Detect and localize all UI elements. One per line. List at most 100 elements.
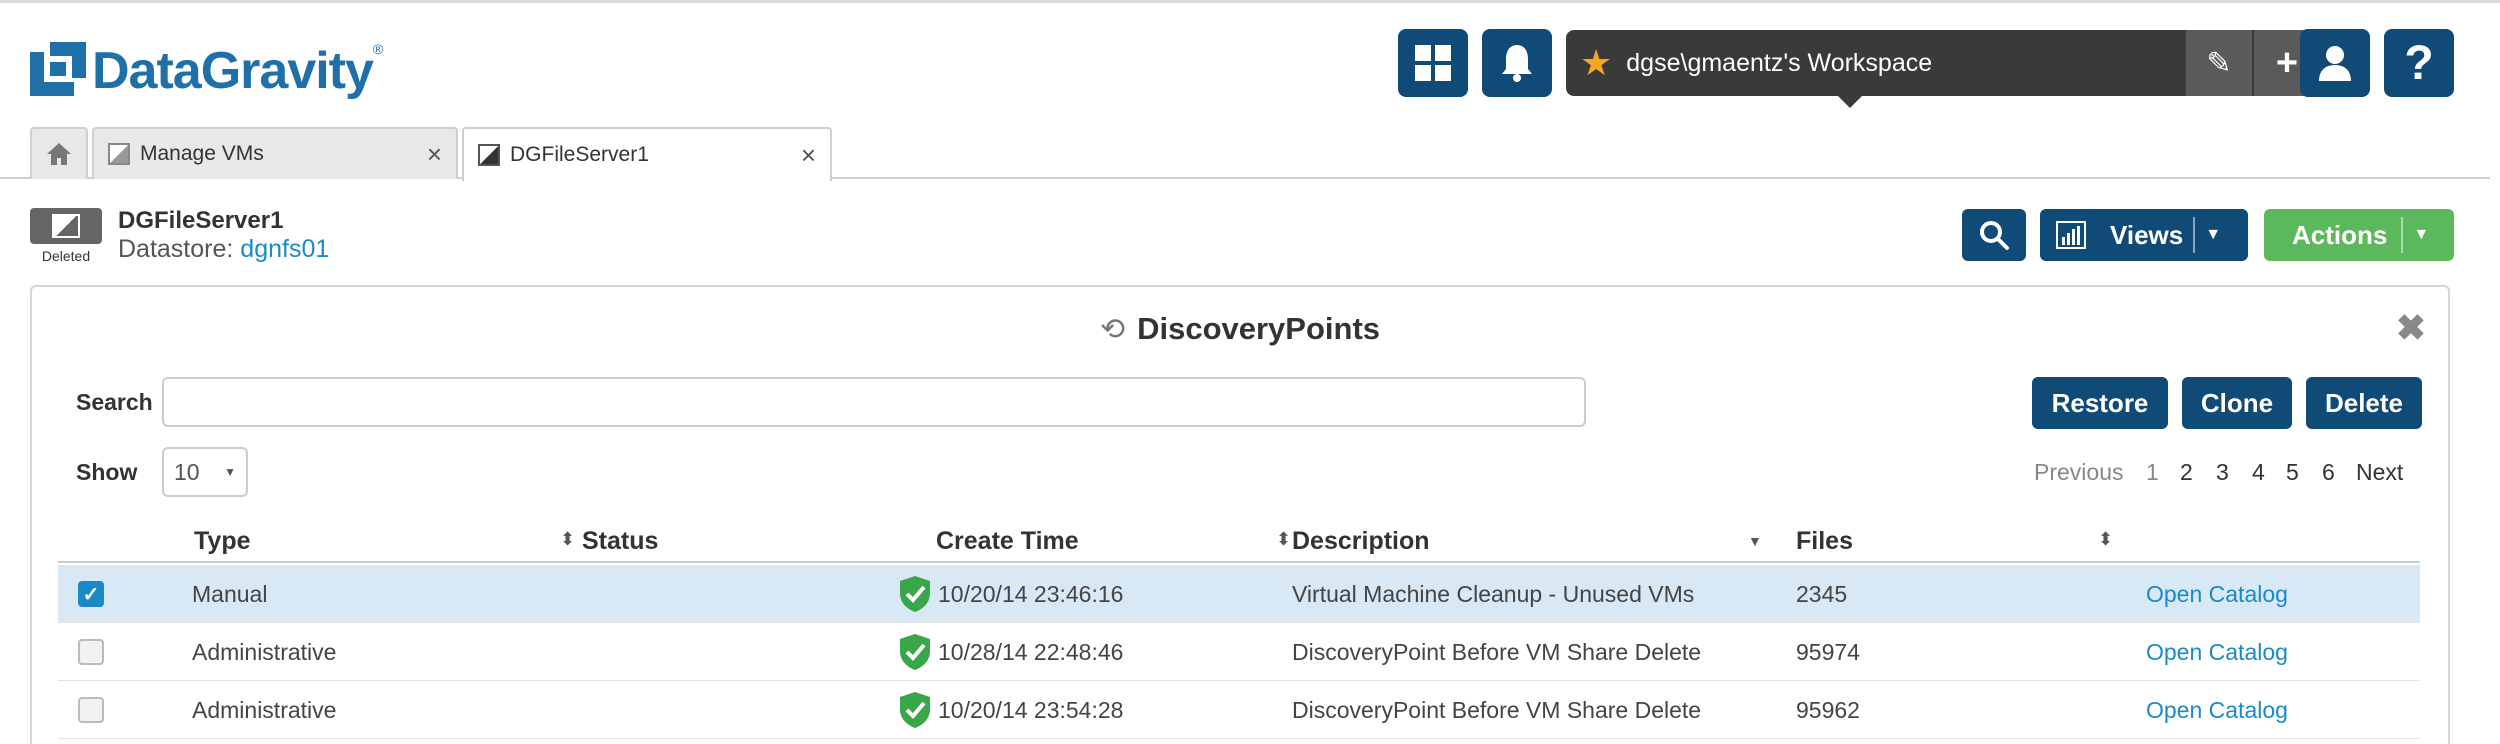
- cell-create-time: 10/20/14 23:54:28: [938, 697, 1124, 723]
- tab-label: Manage VMs: [140, 142, 264, 165]
- search-label: Search: [76, 389, 153, 415]
- chevron-down-icon: ▼: [2205, 226, 2222, 243]
- logo-mark-icon: [30, 42, 86, 100]
- pager-page-6[interactable]: 6: [2322, 459, 2335, 486]
- pager-page-2[interactable]: 2: [2180, 459, 2193, 486]
- tab-label: DGFileServer1: [510, 143, 649, 166]
- column-status: Status: [582, 527, 659, 555]
- workspace-label: dgse\gmaentz's Workspace: [1626, 48, 1933, 77]
- logo: DataGravity®: [30, 41, 383, 101]
- pager-page-3[interactable]: 3: [2216, 459, 2229, 486]
- page-size-value: 10: [174, 458, 200, 485]
- shield-check-icon: [900, 634, 930, 670]
- cell-description: DiscoveryPoint Before VM Share Delete: [1292, 697, 1702, 723]
- column-create-time[interactable]: Create Time: [936, 527, 1079, 556]
- cell-create-time: 10/20/14 23:46:16: [938, 581, 1124, 607]
- pager-page-4[interactable]: 4: [2252, 459, 2265, 486]
- vm-name: DGFileServer1: [118, 207, 284, 234]
- tab-home[interactable]: [30, 127, 88, 179]
- datastore-label: Datastore:: [118, 235, 234, 263]
- clone-button[interactable]: Clone: [2182, 377, 2292, 429]
- pager-page-1[interactable]: 1: [2146, 459, 2159, 486]
- star-icon: ★: [1580, 42, 1613, 83]
- cell-files: 2345: [1796, 581, 1848, 607]
- apps-grid-button[interactable]: [1398, 29, 1468, 97]
- pencil-icon: ✎: [2206, 46, 2232, 80]
- brand-name: DataGravity®: [92, 41, 383, 100]
- vm-status-badge: Deleted: [30, 208, 102, 266]
- vm-datastore: Datastore: dgnfs01: [118, 235, 329, 264]
- sort-icon[interactable]: ⬍: [560, 529, 575, 550]
- panel-title: ⟲ DiscoveryPoints: [1099, 311, 1381, 346]
- delete-button[interactable]: Delete: [2306, 377, 2422, 429]
- discoverypoints-panel: ⟲ DiscoveryPoints ✖ Search Show 10 ▼ Rest…: [30, 285, 2450, 744]
- row-checkbox[interactable]: [78, 639, 104, 665]
- edit-workspace-button[interactable]: ✎: [2184, 30, 2252, 96]
- sort-desc-icon[interactable]: ▼: [1748, 533, 1762, 549]
- cell-type: Administrative: [192, 639, 337, 665]
- vm-icon: [478, 144, 500, 166]
- cell-files: 95974: [1796, 639, 1860, 665]
- table-row[interactable]: Administrative 10/20/14 23:54:28 Discove…: [58, 681, 2420, 739]
- pager-previous[interactable]: Previous: [2034, 459, 2123, 486]
- row-checkbox[interactable]: ✓: [78, 581, 104, 607]
- notifications-button[interactable]: [1482, 29, 1552, 97]
- cell-type: Manual: [192, 581, 268, 607]
- help-button[interactable]: ?: [2384, 29, 2454, 97]
- cell-description: DiscoveryPoint Before VM Share Delete: [1292, 639, 1702, 665]
- show-label: Show: [76, 459, 138, 485]
- workspace-pointer: [1838, 96, 1862, 108]
- vm-icon: [30, 208, 102, 244]
- home-icon: [47, 143, 71, 165]
- deleted-label: Deleted: [41, 248, 91, 264]
- chart-icon: [2056, 221, 2086, 249]
- tab-manage-vms[interactable]: Manage VMs ×: [92, 127, 458, 179]
- user-button[interactable]: [2300, 29, 2370, 97]
- search-button[interactable]: [1962, 209, 2026, 261]
- grid-icon: [1415, 45, 1451, 81]
- bell-icon: [1502, 45, 1532, 82]
- pager-page-5[interactable]: 5: [2286, 459, 2299, 486]
- close-icon[interactable]: ×: [801, 140, 816, 171]
- plus-icon: +: [2275, 41, 2299, 84]
- chevron-down-icon: ▼: [224, 465, 236, 479]
- table-header: Type ⬍ Status Create Time ⬍ Description …: [58, 523, 2420, 563]
- close-icon: ✖: [2395, 307, 2426, 348]
- views-button[interactable]: Views ▼: [2040, 209, 2248, 261]
- open-catalog-link[interactable]: Open Catalog: [2146, 581, 2288, 608]
- vm-icon: [108, 143, 130, 165]
- close-icon[interactable]: ×: [427, 139, 442, 170]
- column-files[interactable]: Files: [1796, 527, 1853, 556]
- column-description[interactable]: Description: [1292, 527, 1430, 556]
- search-input[interactable]: [162, 377, 1586, 427]
- column-type[interactable]: Type: [194, 527, 251, 556]
- chevron-down-icon: ▼: [2413, 226, 2430, 243]
- help-icon: ?: [2404, 36, 2434, 90]
- table-row[interactable]: Administrative 10/28/14 22:48:46 Discove…: [58, 623, 2420, 681]
- datastore-link[interactable]: dgnfs01: [240, 235, 329, 263]
- cell-files: 95962: [1796, 697, 1860, 723]
- tab-strip: Manage VMs × DGFileServer1 ×: [0, 127, 2490, 181]
- open-catalog-link[interactable]: Open Catalog: [2146, 639, 2288, 666]
- actions-button[interactable]: Actions ▼: [2264, 209, 2454, 261]
- search-icon: [1980, 221, 2009, 250]
- restore-button[interactable]: Restore: [2032, 377, 2168, 429]
- cell-create-time: 10/28/14 22:48:46: [938, 639, 1124, 665]
- user-icon: [2319, 46, 2351, 81]
- shield-check-icon: [900, 692, 930, 728]
- row-checkbox[interactable]: [78, 697, 104, 723]
- pager-next[interactable]: Next: [2356, 459, 2403, 486]
- open-catalog-link[interactable]: Open Catalog: [2146, 697, 2288, 724]
- history-icon: ⟲: [1099, 313, 1126, 346]
- tab-dgfileserver1[interactable]: DGFileServer1 ×: [462, 127, 832, 181]
- workspace-selector[interactable]: ★ dgse\gmaentz's Workspace ✎ +: [1566, 30, 2320, 96]
- page-size-select[interactable]: 10 ▼: [162, 447, 248, 497]
- sort-icon[interactable]: ⬍: [2098, 529, 2113, 550]
- close-panel-button[interactable]: ✖: [2396, 307, 2426, 349]
- app-window: DataGravity® ★ dgse\gmaentz's Workspace …: [0, 0, 2500, 744]
- views-label: Views: [2110, 219, 2184, 250]
- table-row[interactable]: ✓ Manual 10/20/14 23:46:16 Virtual Machi…: [58, 565, 2420, 623]
- sort-icon[interactable]: ⬍: [1276, 529, 1291, 550]
- shield-check-icon: [900, 576, 930, 612]
- actions-label: Actions: [2292, 219, 2388, 250]
